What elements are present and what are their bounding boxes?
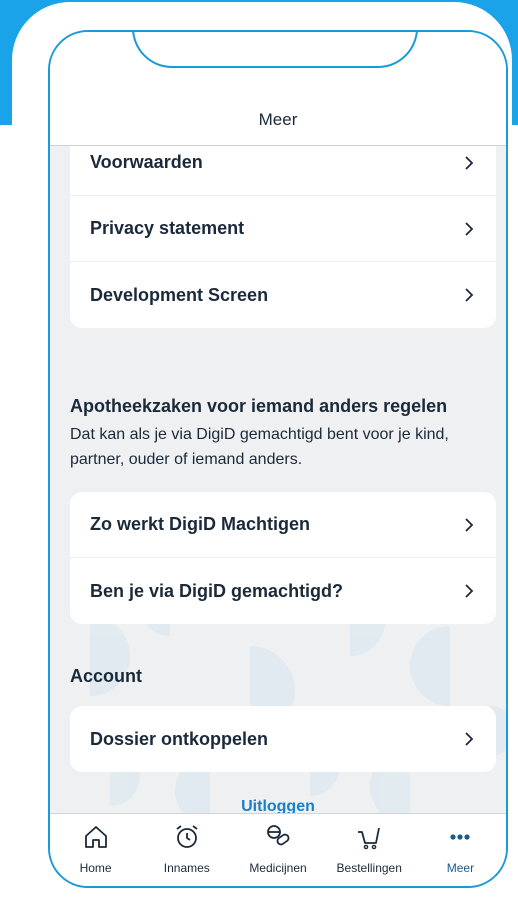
list-item-label: Privacy statement [90, 218, 245, 238]
list-item-label: Zo werkt DigiD Machtigen [90, 514, 311, 534]
phone-screen: Meer Voorwaarden Privacy statement Devel… [48, 30, 508, 888]
card-info-links: Voorwaarden Privacy statement Developmen… [70, 146, 496, 328]
tab-innames[interactable]: Innames [141, 814, 232, 886]
card-digid: Zo werkt DigiD Machtigen Ben je via Digi… [70, 492, 496, 624]
more-dots-icon [445, 822, 475, 855]
chevron-right-icon [462, 155, 476, 170]
tab-home[interactable]: Home [50, 814, 141, 886]
phone-notch [132, 32, 418, 68]
card-account: Dossier ontkoppelen [70, 706, 496, 772]
list-item-label: Development Screen [90, 284, 269, 305]
pills-icon [263, 822, 293, 855]
list-item-label: Voorwaarden [90, 152, 203, 172]
section-title-apotheekzaken: Apotheekzaken voor iemand anders regelen [70, 396, 448, 416]
tab-label: Meer [446, 861, 475, 875]
list-item-zo-werkt-digid[interactable]: Zo werkt DigiD Machtigen [70, 492, 496, 558]
page-title: Meer [258, 110, 298, 129]
list-item-development-screen[interactable]: Development Screen [70, 262, 496, 328]
phone-frame: Meer Voorwaarden Privacy statement Devel… [14, 4, 510, 897]
home-icon [81, 822, 111, 855]
bottom-tab-bar: Home Innames Medicijnen Bestellingen Mee… [50, 813, 506, 886]
list-item-privacy-statement[interactable]: Privacy statement [70, 196, 496, 262]
list-item-voorwaarden[interactable]: Voorwaarden [70, 146, 496, 196]
section-title-account: Account [70, 666, 142, 686]
list-item-label: Dossier ontkoppelen [90, 728, 269, 749]
tab-label: Medicijnen [249, 861, 307, 875]
tab-label: Bestellingen [336, 861, 402, 875]
chevron-right-icon [462, 584, 476, 598]
tab-meer[interactable]: Meer [415, 814, 506, 886]
list-item-ben-je-gemachtigd[interactable]: Ben je via DigiD gemachtigd? [70, 558, 496, 624]
list-item-dossier-ontkoppelen[interactable]: Dossier ontkoppelen [70, 706, 496, 772]
cart-icon [354, 822, 384, 855]
section-description-apotheekzaken: Dat kan als je via DigiD gemachtigd bent… [70, 426, 449, 468]
list-item-label: Ben je via DigiD gemachtigd? [90, 580, 344, 601]
tab-label: Innames [163, 861, 210, 875]
chevron-right-icon [462, 221, 476, 236]
chevron-right-icon [462, 732, 476, 746]
tab-bestellingen[interactable]: Bestellingen [324, 814, 415, 886]
chevron-right-icon [462, 517, 476, 532]
chevron-right-icon [462, 288, 476, 302]
content-area[interactable]: Voorwaarden Privacy statement Developmen… [50, 146, 506, 818]
tab-medicijnen[interactable]: Medicijnen [232, 814, 323, 886]
tab-label: Home [79, 861, 112, 875]
alarm-clock-icon [172, 822, 202, 855]
